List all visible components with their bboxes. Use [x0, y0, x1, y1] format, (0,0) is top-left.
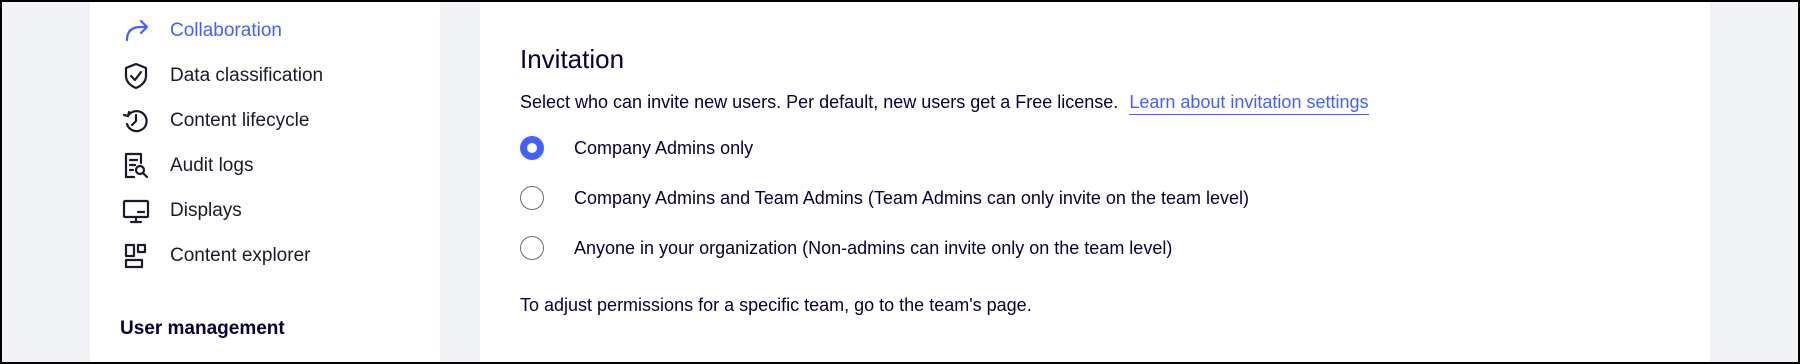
invitation-description: Select who can invite new users. Per def… [520, 92, 1369, 115]
settings-sidebar: Collaboration Data classification Conten… [90, 0, 440, 364]
radio-label: Company Admins only [574, 137, 754, 158]
sidebar-item-label: Collaboration [170, 20, 282, 41]
sidebar-item-data-classification[interactable]: Data classification [120, 56, 323, 96]
sidebar-item-audit-logs[interactable]: Audit logs [120, 146, 253, 186]
radio-button[interactable] [520, 236, 544, 260]
display-icon [120, 195, 152, 227]
shield-check-icon [120, 60, 152, 92]
page-title: Invitation [520, 44, 625, 74]
radio-label: Anyone in your organization (Non-admins … [574, 237, 1173, 258]
sidebar-item-label: Content explorer [170, 245, 311, 266]
sidebar-item-label: Audit logs [170, 155, 254, 176]
description-text: Select who can invite new users. Per def… [520, 92, 1119, 112]
invitation-panel: Invitation Select who can invite new use… [480, 0, 1710, 364]
document-search-icon [120, 150, 152, 182]
radio-label: Company Admins and Team Admins (Team Adm… [574, 187, 1249, 208]
sidebar-item-content-explorer[interactable]: Content explorer [120, 236, 310, 276]
sidebar-item-label: Data classification [170, 65, 324, 86]
radio-option-anyone[interactable]: Anyone in your organization (Non-admins … [520, 233, 1172, 263]
sidebar-item-content-lifecycle[interactable]: Content lifecycle [120, 101, 309, 141]
history-clock-icon [120, 105, 152, 137]
radio-option-company-and-team-admins[interactable]: Company Admins and Team Admins (Team Adm… [520, 183, 1249, 213]
radio-button[interactable] [520, 186, 544, 210]
learn-more-link[interactable]: Learn about invitation settings [1129, 92, 1369, 115]
radio-option-company-admins[interactable]: Company Admins only [520, 133, 753, 163]
team-permissions-note: To adjust permissions for a specific tea… [520, 295, 1032, 315]
section-heading-user-management: User management [120, 318, 285, 339]
layout-grid-icon [120, 240, 152, 272]
sidebar-item-label: Content lifecycle [170, 110, 310, 131]
radio-button-checked[interactable] [520, 136, 544, 160]
sidebar-item-collaboration[interactable]: Collaboration [120, 11, 282, 51]
sidebar-item-displays[interactable]: Displays [120, 191, 242, 231]
share-arrow-icon [120, 15, 152, 47]
sidebar-item-label: Displays [170, 200, 242, 221]
